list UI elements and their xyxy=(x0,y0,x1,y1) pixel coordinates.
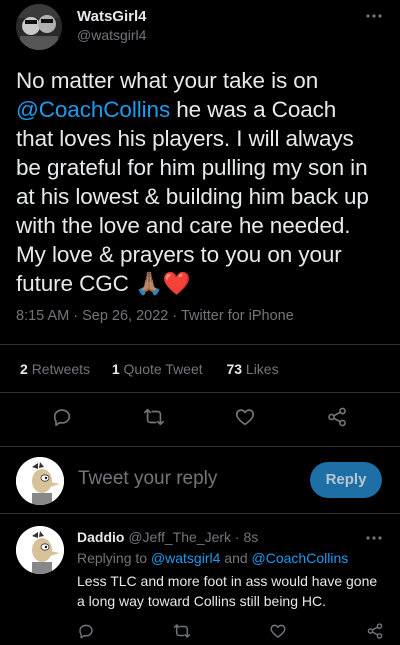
more-icon[interactable] xyxy=(364,6,384,26)
author-name[interactable]: WatsGirl4 xyxy=(77,8,146,25)
tweet-line-text: future CGC xyxy=(16,271,129,296)
author-handle[interactable]: @watsgirl4 xyxy=(77,27,146,43)
mention-link[interactable]: @CoachCollins xyxy=(252,550,349,566)
share-icon[interactable] xyxy=(366,622,384,640)
tweet-line: that loves his players. I will always xyxy=(16,126,354,151)
like-icon[interactable] xyxy=(269,622,287,640)
reply-button[interactable]: Reply xyxy=(310,462,382,498)
replying-to: Replying to @watsgirl4 and @CoachCollins xyxy=(77,550,348,566)
retweet-icon[interactable] xyxy=(172,622,192,640)
divider xyxy=(0,446,400,447)
reply-text-line: Less TLC and more foot in ass would have… xyxy=(77,573,378,589)
tweet-timestamp[interactable]: 8:15 AM · Sep 26, 2022 · Twitter for iPh… xyxy=(16,308,294,324)
reply-input[interactable]: Tweet your reply xyxy=(78,468,298,490)
divider xyxy=(0,513,400,514)
quotes-stat[interactable]: 1 Quote Tweet xyxy=(112,361,203,377)
reply-time[interactable]: · 8s xyxy=(235,529,258,545)
reply-avatar[interactable] xyxy=(16,526,64,574)
retweets-stat[interactable]: 2 Retweets xyxy=(20,361,90,377)
reply-text-line: a long way toward Collins still being HC… xyxy=(77,593,326,609)
tweet-line: at his lowest & building him back up xyxy=(16,184,369,209)
tweet-line: My love & prayers to you on your xyxy=(16,242,342,267)
reply-icon[interactable] xyxy=(77,622,95,640)
divider xyxy=(0,344,400,345)
replying-to-and: and xyxy=(220,550,252,566)
likes-stat[interactable]: 73 Likes xyxy=(226,361,278,377)
share-icon[interactable] xyxy=(326,406,348,428)
divider xyxy=(0,392,400,393)
retweet-icon[interactable] xyxy=(142,406,166,428)
tweet-line-text: he was a Coach xyxy=(170,97,337,122)
tweet-line: No matter what your take is on xyxy=(16,68,319,93)
more-icon[interactable] xyxy=(364,528,384,548)
replying-to-label: Replying to xyxy=(77,550,151,566)
like-icon[interactable] xyxy=(234,406,256,428)
mention-link[interactable]: @CoachCollins xyxy=(16,97,170,122)
emoji: 🙏🏽❤️ xyxy=(134,271,191,296)
author-avatar[interactable] xyxy=(16,4,62,50)
tweet-line: @CoachCollins he was a Coach xyxy=(16,95,388,124)
reply-header: Daddio @Jeff_The_Jerk · 8s xyxy=(77,529,258,545)
reply-author-handle[interactable]: @Jeff_The_Jerk xyxy=(128,529,231,545)
stats-row: 2 Retweets 1 Quote Tweet 73 Likes xyxy=(20,361,279,377)
reply-icon[interactable] xyxy=(51,406,73,428)
reply-author-name[interactable]: Daddio xyxy=(77,529,124,545)
tweet-text: No matter what your take is on @CoachCol… xyxy=(16,66,388,298)
tweet-line: be grateful for him pulling my son in xyxy=(16,155,368,180)
composer-avatar[interactable] xyxy=(16,457,64,505)
tweet-line: with the love and care he needed. xyxy=(16,213,351,238)
tweet-line: future CGC 🙏🏽❤️ xyxy=(16,269,388,298)
reply-text: Less TLC and more foot in ass would have… xyxy=(77,571,377,611)
mention-link[interactable]: @watsgirl4 xyxy=(151,550,220,566)
